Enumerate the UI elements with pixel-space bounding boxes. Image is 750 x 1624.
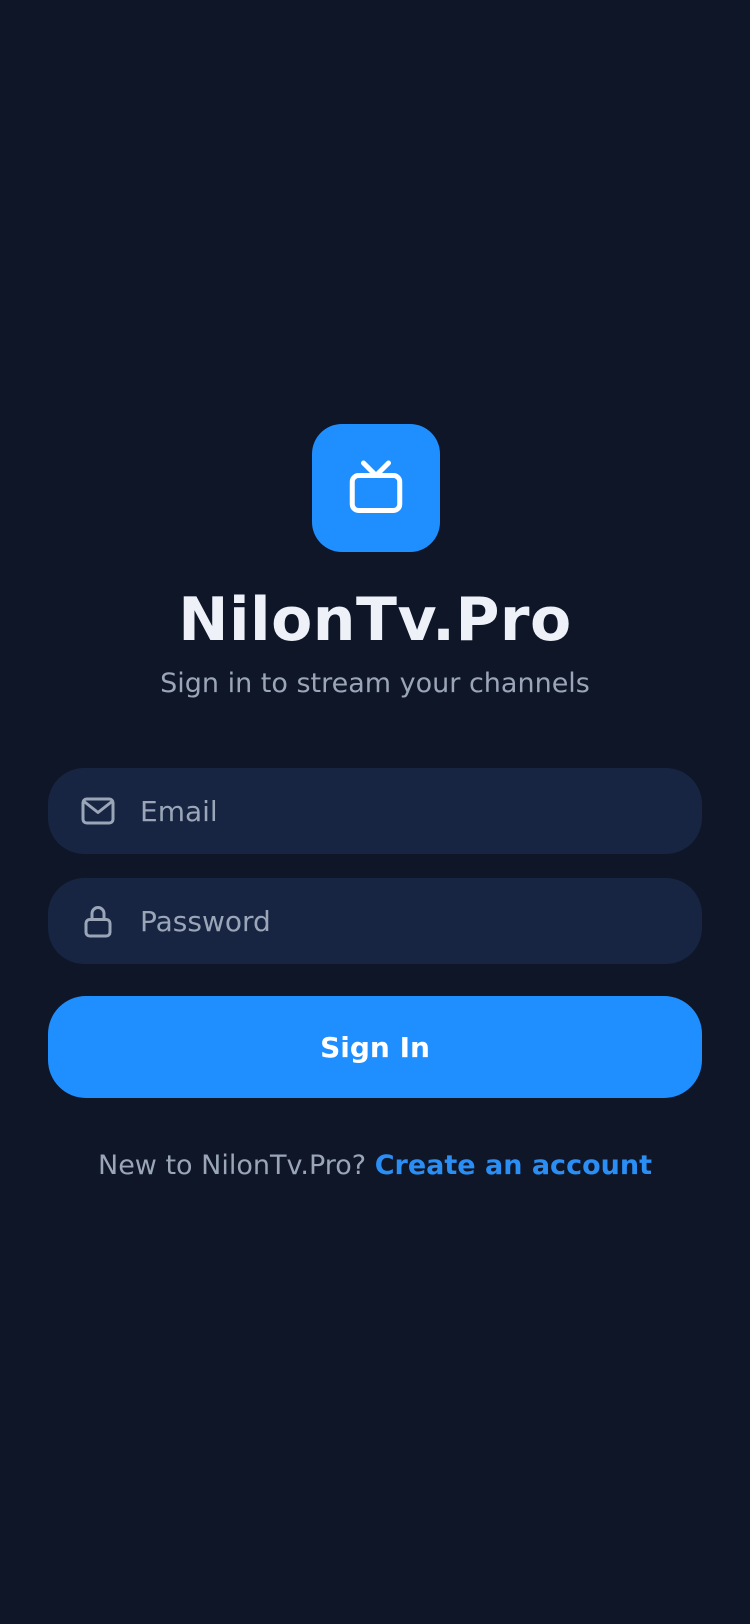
lock-icon <box>80 903 116 939</box>
app-logo <box>312 424 440 552</box>
sign-in-button[interactable]: Sign In <box>48 996 702 1098</box>
tv-icon <box>349 460 403 513</box>
signup-prompt-row: New to NilonTv.Pro? Create an account <box>0 1146 750 1186</box>
create-account-link[interactable]: Create an account <box>375 1150 652 1181</box>
app-subtitle: Sign in to stream your channels <box>160 668 590 699</box>
password-input[interactable] <box>140 891 702 951</box>
email-field[interactable] <box>48 768 702 854</box>
password-field[interactable] <box>48 878 702 964</box>
signup-prompt-text: New to NilonTv.Pro? <box>98 1150 367 1181</box>
app-title: NilonTv.Pro <box>178 585 572 655</box>
email-input[interactable] <box>140 781 702 841</box>
mail-icon <box>80 793 116 829</box>
